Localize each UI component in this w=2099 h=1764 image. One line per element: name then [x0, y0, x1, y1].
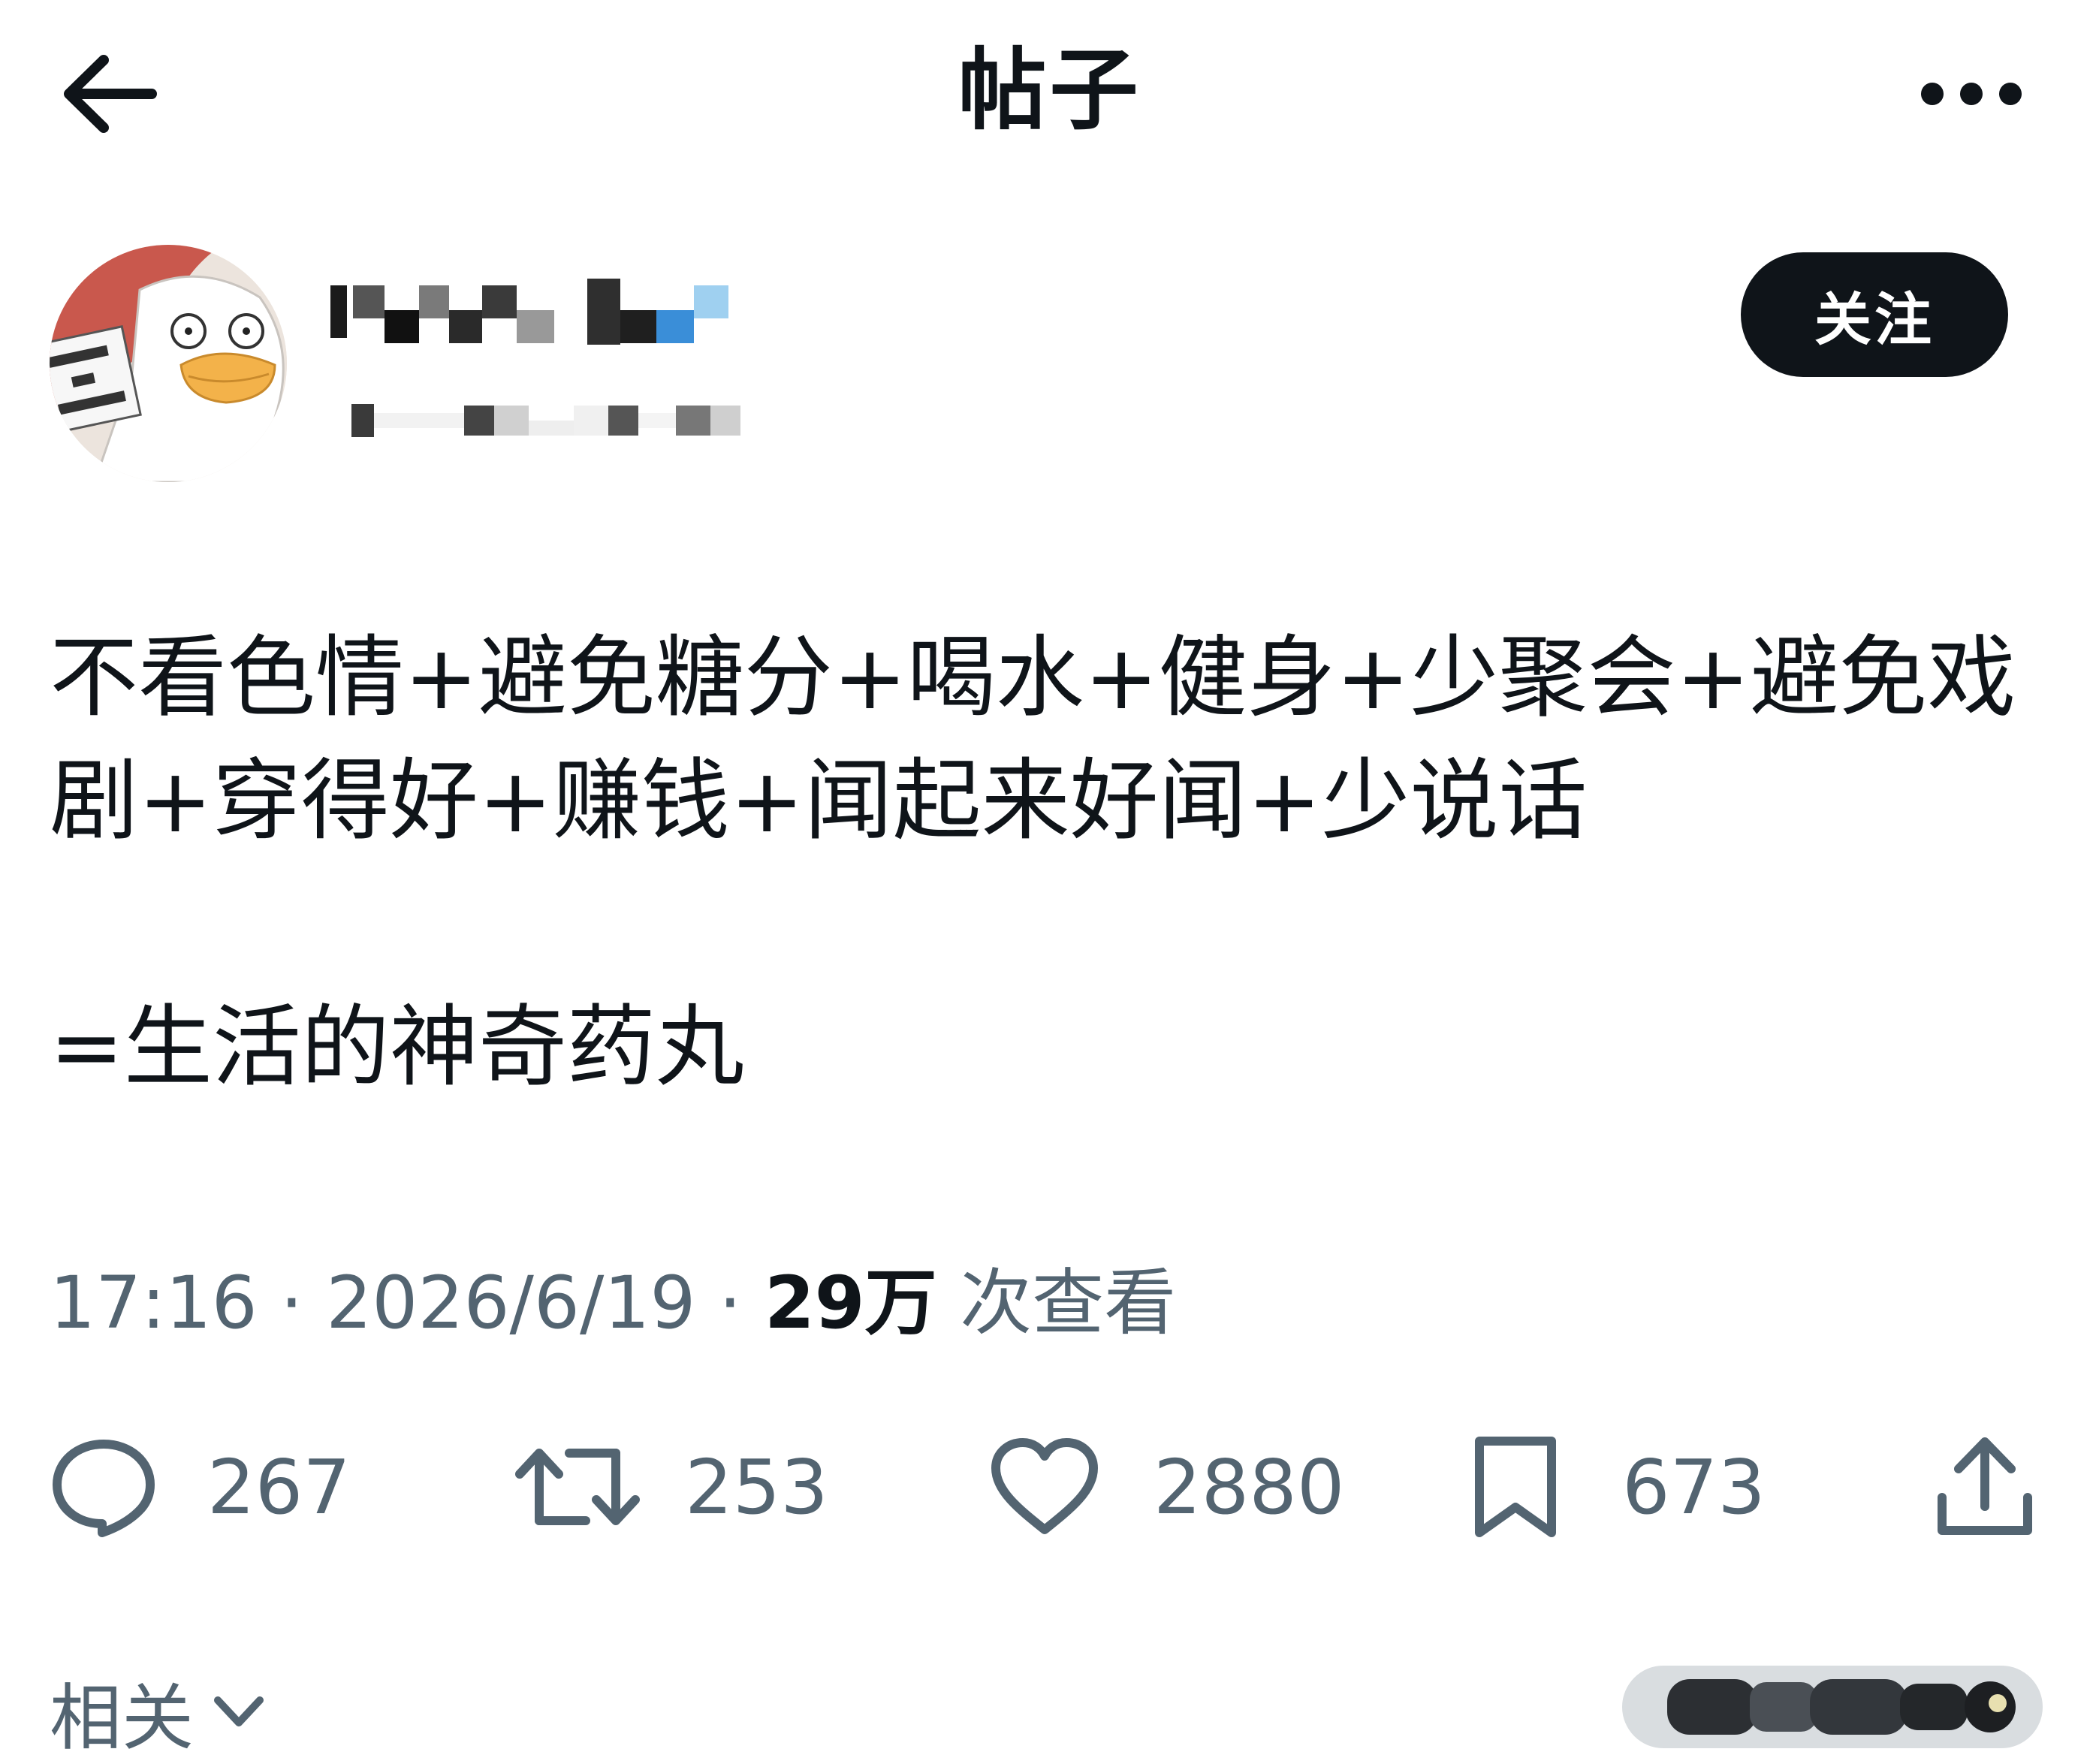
- share-button[interactable]: [1935, 1419, 2035, 1554]
- post-text-line: =生活的神奇药丸: [50, 995, 744, 1099]
- views-count: 29万: [764, 1261, 937, 1345]
- more-options-button[interactable]: [1911, 53, 2031, 135]
- meta-separator: ·: [257, 1261, 327, 1345]
- follow-button[interactable]: 关注: [1741, 252, 2008, 377]
- post-date: 2026/6/19: [326, 1261, 696, 1345]
- more-dot-icon: [1960, 83, 1983, 105]
- related-label: 相关: [50, 1676, 194, 1760]
- like-count: 2880: [1154, 1443, 1345, 1531]
- avatar[interactable]: [50, 245, 287, 482]
- related-toggle[interactable]: 相关: [50, 1660, 269, 1764]
- heart-icon: [991, 1438, 1098, 1534]
- share-icon: [1938, 1437, 2032, 1535]
- repost-button[interactable]: 253: [514, 1419, 828, 1554]
- meta-separator: ·: [695, 1261, 765, 1345]
- action-bar: 267 253 2880 673: [50, 1419, 2047, 1554]
- comment-icon: [53, 1440, 155, 1537]
- more-dot-icon: [1999, 83, 2022, 105]
- post-meta: 17:16 · 2026/6/19 · 29万 次查看: [50, 1258, 1176, 1348]
- repost-icon: [515, 1449, 640, 1525]
- bookmark-count: 673: [1622, 1443, 1766, 1531]
- post-time: 17:16: [50, 1261, 258, 1345]
- reply-button[interactable]: 267: [50, 1419, 351, 1554]
- repost-count: 253: [685, 1443, 828, 1531]
- top-bar: 帖子: [0, 0, 2099, 180]
- like-button[interactable]: 2880: [988, 1419, 1345, 1554]
- handle-redacted[interactable]: [330, 398, 740, 443]
- post-body: 不看色情+避免糖分+喝水+健身+少聚会+避免戏 剧+穿得好+赚钱+闻起来好闻+少…: [50, 616, 2017, 1108]
- post-text-line: 不看色情+避免糖分+喝水+健身+少聚会+避免戏: [50, 626, 2016, 729]
- chevron-down-icon: [214, 1696, 264, 1726]
- reply-count: 267: [207, 1443, 351, 1531]
- bookmark-button[interactable]: 673: [1469, 1419, 1766, 1554]
- redacted-pill[interactable]: [1622, 1666, 2043, 1748]
- page-title: 帖子: [958, 38, 1141, 142]
- bookmark-icon: [1475, 1437, 1556, 1537]
- more-dot-icon: [1921, 83, 1944, 105]
- views-label: 次查看: [936, 1261, 1177, 1345]
- duck-avatar-icon: [50, 245, 287, 482]
- user-info: [330, 270, 740, 443]
- display-name-redacted[interactable]: [330, 270, 740, 353]
- post-text-line: 剧+穿得好+赚钱+闻起来好闻+少说话: [50, 749, 1588, 852]
